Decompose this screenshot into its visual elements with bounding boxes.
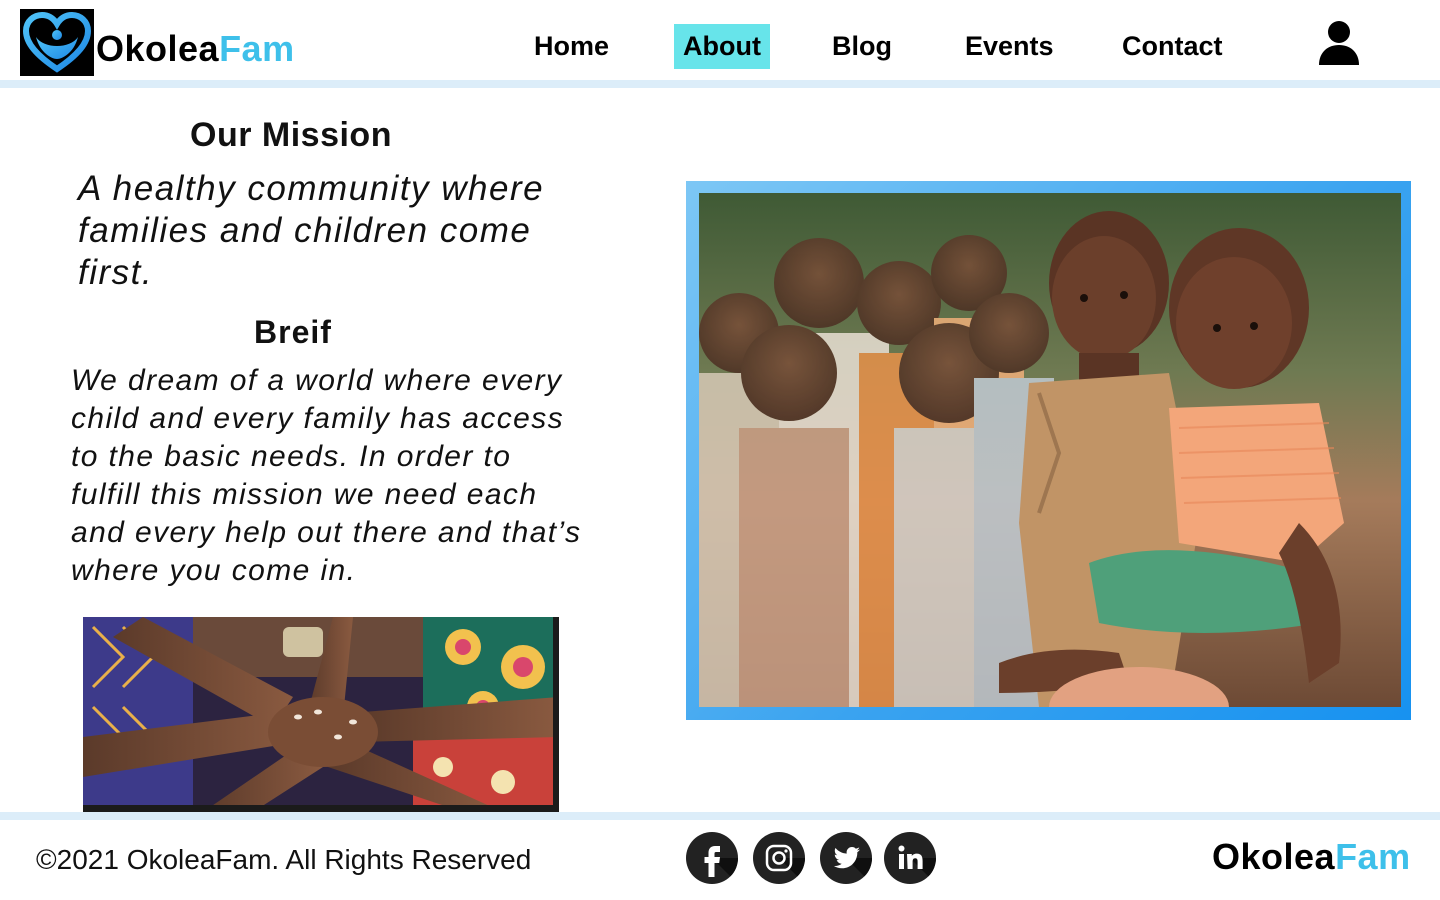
- header-divider: [0, 80, 1440, 88]
- nav-home[interactable]: Home: [525, 24, 618, 69]
- mission-statement: A healthy community where families and c…: [78, 169, 545, 292]
- copyright-text: ©2021 OkoleaFam. All Rights Reserved: [36, 844, 532, 875]
- twitter-icon[interactable]: [820, 832, 872, 884]
- linkedin-icon[interactable]: [884, 832, 936, 884]
- nav-blog[interactable]: Blog: [823, 24, 901, 69]
- instagram-icon[interactable]: [753, 832, 805, 884]
- brand-name-part1: Okolea: [96, 28, 220, 69]
- user-icon[interactable]: [1318, 20, 1360, 65]
- footer-brand-name[interactable]: OkoleaFam: [1212, 836, 1411, 878]
- brand-logo[interactable]: OkoleaFam: [20, 9, 295, 76]
- children-photo: [699, 193, 1401, 707]
- nav-about[interactable]: About: [674, 24, 770, 69]
- site-header: OkoleaFam Home About Blog Events Contact: [0, 0, 1440, 80]
- footer-divider: [0, 812, 1440, 820]
- footer-brand-part2: Fam: [1335, 836, 1411, 877]
- brand-name: OkoleaFam: [96, 28, 295, 70]
- facebook-icon[interactable]: [686, 832, 738, 884]
- heart-hands-logo-icon: [20, 9, 94, 76]
- nav-contact[interactable]: Contact: [1113, 24, 1232, 69]
- nav-events[interactable]: Events: [956, 24, 1063, 69]
- brand-name-part2: Fam: [219, 28, 295, 69]
- hands-together-photo: [83, 617, 559, 812]
- children-photo-frame: [686, 181, 1411, 720]
- brief-heading: Breif: [254, 314, 332, 350]
- brief-text: We dream of a world where every child an…: [71, 364, 582, 587]
- mission-heading: Our Mission: [190, 116, 392, 154]
- footer-brand-part1: Okolea: [1212, 836, 1336, 877]
